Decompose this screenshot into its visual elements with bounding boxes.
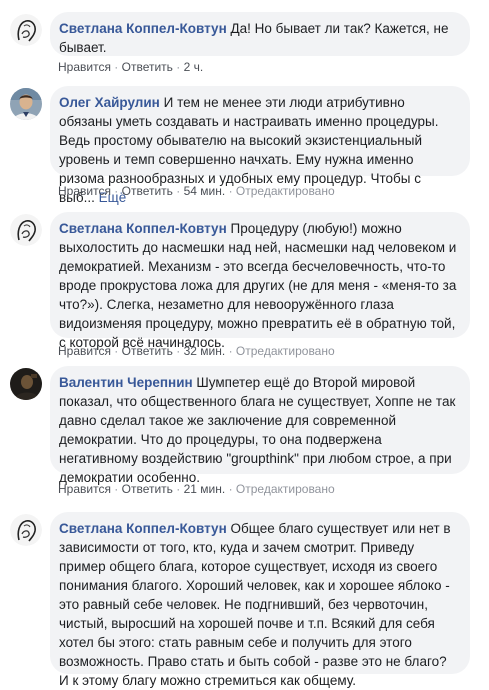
comment-author[interactable]: Светлана Коппел-Ковтун	[59, 21, 227, 36]
reply-link[interactable]: Ответить	[122, 344, 173, 358]
comment-bubble: Олег Хайрулин И тем не менее эти люди ат…	[50, 86, 470, 205]
timestamp[interactable]: 32 мин.	[184, 344, 226, 358]
avatar[interactable]	[10, 14, 42, 46]
comment-text: Общее благо существует или нет в зависим…	[59, 521, 451, 688]
edited-label[interactable]: Отредактировано	[236, 184, 335, 198]
timestamp[interactable]: 54 мин.	[184, 184, 226, 198]
comment-author[interactable]: Валентин Черепнин	[59, 375, 193, 390]
comment-text: Шумпетер ещё до Второй мировой показал, …	[59, 375, 456, 485]
like-link[interactable]: Нравится	[58, 344, 111, 358]
reply-link[interactable]: Ответить	[122, 482, 173, 496]
timestamp[interactable]: 2 ч.	[184, 60, 204, 74]
like-link[interactable]: Нравится	[58, 184, 111, 198]
comment-bubble: Светлана Коппел-Ковтун Процедуру (любую!…	[50, 212, 470, 350]
like-link[interactable]: Нравится	[58, 482, 111, 496]
comment-actions: Нравится · Ответить · 2 ч.	[58, 60, 204, 74]
edited-label[interactable]: Отредактировано	[236, 482, 335, 496]
comment-text: Процедуру (любую!) можно выхолостить до …	[59, 221, 457, 350]
comment-author[interactable]: Светлана Коппел-Ковтун	[59, 221, 227, 236]
avatar[interactable]	[10, 88, 42, 120]
comment-bubble: Валентин Черепнин Шумпетер ещё до Второй…	[50, 366, 470, 485]
comment-bubble: Светлана Коппел-Ковтун Общее благо сущес…	[50, 512, 470, 688]
avatar[interactable]	[10, 214, 42, 246]
comment-author[interactable]: Светлана Коппел-Ковтун	[59, 521, 227, 536]
comment-bubble: Светлана Коппел-Ковтун Да! Но бывает ли …	[50, 12, 470, 56]
comment-actions: Нравится · Ответить · 54 мин. · Отредакт…	[58, 184, 335, 198]
avatar[interactable]	[10, 514, 42, 546]
comment-actions: Нравится · Ответить · 32 мин. · Отредакт…	[58, 344, 335, 358]
like-link[interactable]: Нравится	[58, 60, 111, 74]
timestamp[interactable]: 21 мин.	[184, 482, 226, 496]
reply-link[interactable]: Ответить	[122, 60, 173, 74]
avatar[interactable]	[10, 368, 42, 400]
reply-link[interactable]: Ответить	[122, 184, 173, 198]
comment-author[interactable]: Олег Хайрулин	[59, 95, 160, 110]
comment-actions: Нравится · Ответить · 21 мин. · Отредакт…	[58, 482, 335, 496]
edited-label[interactable]: Отредактировано	[236, 344, 335, 358]
